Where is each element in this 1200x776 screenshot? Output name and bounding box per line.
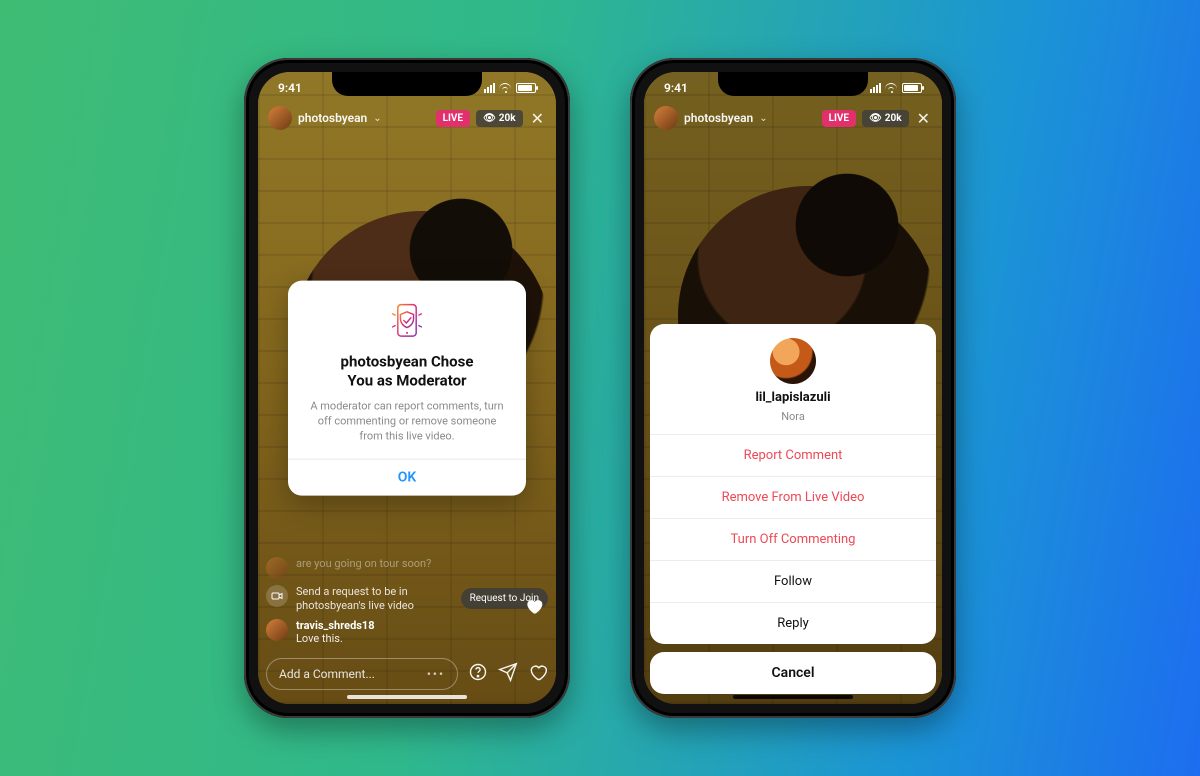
battery-icon xyxy=(902,83,922,93)
target-username: lil_lapislazuli xyxy=(650,390,936,405)
live-badge: LIVE xyxy=(436,110,471,127)
host-username[interactable]: photosbyean xyxy=(298,111,367,125)
signal-icon xyxy=(870,83,881,93)
live-header: photosbyean ⌄ LIVE 👁 20k ✕ xyxy=(258,106,556,130)
comment-placeholder: Add a Comment... xyxy=(279,667,375,681)
phone-left: 9:41 photosbyean ⌄ LIVE 👁 20k ✕ are you xyxy=(244,58,570,718)
comment-text: are you going on tour soon? xyxy=(296,557,431,571)
eye-icon: 👁 xyxy=(869,113,882,124)
modal-body: A moderator can report comments, turn of… xyxy=(306,398,508,444)
status-time: 9:41 xyxy=(278,81,302,95)
modal-title: photosbyean Chose You as Moderator xyxy=(306,353,508,391)
comment-row[interactable]: are you going on tour soon? xyxy=(266,557,548,579)
comment-user: travis_shreds18 xyxy=(296,619,375,633)
close-icon[interactable]: ✕ xyxy=(915,109,932,128)
ok-button[interactable]: OK xyxy=(288,458,526,495)
sheet-header: lil_lapislazuli Nora xyxy=(650,324,936,434)
screen: 9:41 photosbyean ⌄ LIVE 👁 20k ✕ are you xyxy=(258,72,556,704)
status-right xyxy=(870,83,922,93)
live-header: photosbyean ⌄ LIVE 👁 20k ✕ xyxy=(644,106,942,130)
send-icon[interactable] xyxy=(498,662,518,687)
reply-button[interactable]: Reply xyxy=(650,602,936,644)
avatar xyxy=(266,619,288,641)
wifi-icon xyxy=(499,83,512,93)
join-text-line1: Send a request to be in xyxy=(296,585,414,599)
report-comment-button[interactable]: Report Comment xyxy=(650,434,936,476)
target-displayname: Nora xyxy=(781,410,805,423)
host-username[interactable]: photosbyean xyxy=(684,111,753,125)
join-request-row: Send a request to be in photosbyean's li… xyxy=(266,585,548,613)
moderator-modal: photosbyean Chose You as Moderator A mod… xyxy=(288,281,526,496)
moderator-shield-icon xyxy=(306,301,508,343)
comment-row[interactable]: travis_shreds18 Love this. xyxy=(266,619,548,647)
battery-icon xyxy=(516,83,536,93)
heart-icon[interactable] xyxy=(528,662,548,687)
close-icon[interactable]: ✕ xyxy=(529,109,546,128)
join-text-line2: photosbyean's live video xyxy=(296,599,414,613)
video-icon xyxy=(266,585,288,607)
target-avatar[interactable] xyxy=(770,338,816,384)
comment-stack: are you going on tour soon? Send a reque… xyxy=(266,557,548,646)
viewer-count: 20k xyxy=(885,113,902,124)
avatar xyxy=(266,557,288,579)
eye-icon: 👁 xyxy=(483,113,496,124)
comment-input[interactable]: Add a Comment... ••• xyxy=(266,658,458,690)
bottom-bar: Add a Comment... ••• xyxy=(266,658,548,690)
moderation-action-sheet: lil_lapislazuli Nora Report Comment Remo… xyxy=(650,324,936,694)
viewer-count: 20k xyxy=(499,113,516,124)
phone-right: 9:41 photosbyean ⌄ LIVE 👁 20k ✕ xyxy=(630,58,956,718)
comment-text: Love this. xyxy=(296,632,375,646)
action-sheet: lil_lapislazuli Nora Report Comment Remo… xyxy=(650,324,936,644)
follow-button[interactable]: Follow xyxy=(650,560,936,602)
cancel-button[interactable]: Cancel xyxy=(650,652,936,694)
heart-icon xyxy=(524,596,544,616)
turn-off-commenting-button[interactable]: Turn Off Commenting xyxy=(650,518,936,560)
live-badge: LIVE xyxy=(822,110,857,127)
status-right xyxy=(484,83,536,93)
chevron-down-icon[interactable]: ⌄ xyxy=(373,113,381,124)
screen: 9:41 photosbyean ⌄ LIVE 👁 20k ✕ xyxy=(644,72,942,704)
home-indicator[interactable] xyxy=(733,695,853,699)
viewer-count-pill[interactable]: 👁 20k xyxy=(476,110,523,127)
more-icon[interactable]: ••• xyxy=(427,667,445,681)
home-indicator[interactable] xyxy=(347,695,467,699)
signal-icon xyxy=(484,83,495,93)
host-avatar[interactable] xyxy=(268,106,292,130)
status-bar: 9:41 xyxy=(258,78,556,98)
status-bar: 9:41 xyxy=(644,78,942,98)
chevron-down-icon[interactable]: ⌄ xyxy=(759,113,767,124)
remove-from-live-button[interactable]: Remove From Live Video xyxy=(650,476,936,518)
viewer-count-pill[interactable]: 👁 20k xyxy=(862,110,909,127)
wifi-icon xyxy=(885,83,898,93)
host-avatar[interactable] xyxy=(654,106,678,130)
status-time: 9:41 xyxy=(664,81,688,95)
question-icon[interactable] xyxy=(468,662,488,687)
